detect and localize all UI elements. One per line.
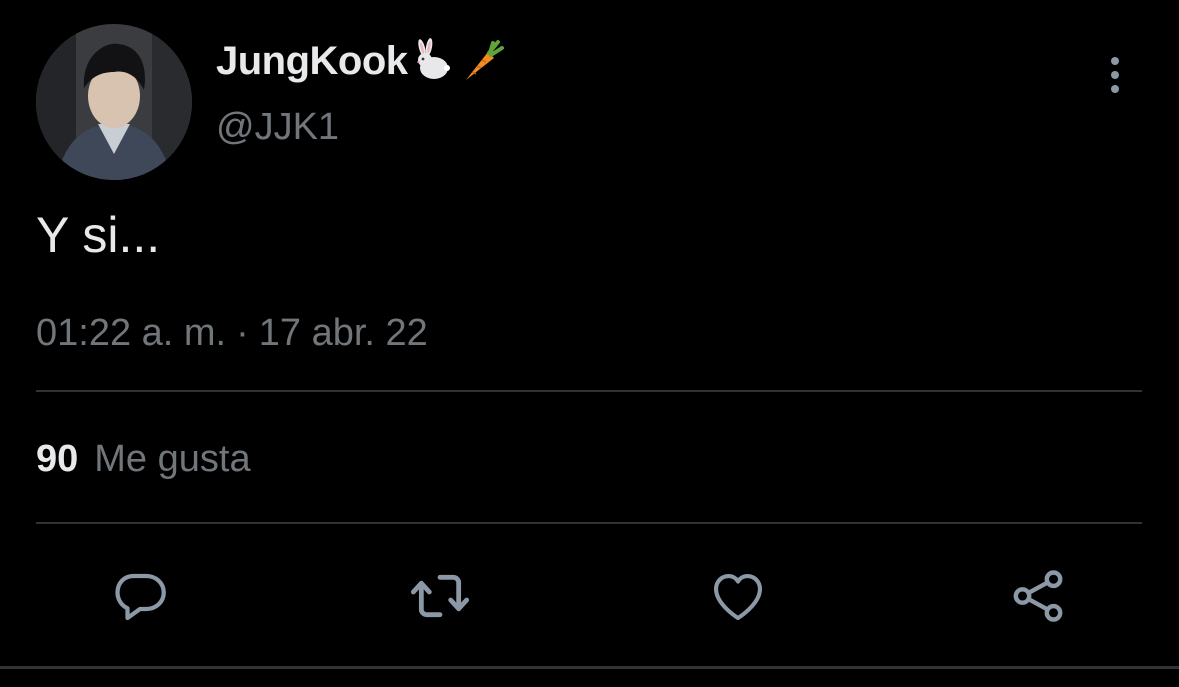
avatar-photo bbox=[36, 24, 192, 180]
reply-button[interactable] bbox=[108, 564, 172, 628]
display-name[interactable]: JungKook bbox=[216, 38, 504, 84]
user-handle[interactable]: @JJK1 bbox=[216, 106, 339, 149]
tweet-date: 17 abr. 22 bbox=[258, 312, 428, 354]
retweet-button[interactable] bbox=[408, 564, 472, 628]
timestamp[interactable]: 01:22 a. m. · 17 abr. 22 bbox=[36, 312, 428, 355]
likes-count: 90 bbox=[36, 438, 79, 480]
likes-stat[interactable]: 90 Me gusta bbox=[36, 438, 251, 481]
likes-label: Me gusta bbox=[94, 438, 251, 480]
rabbit-emoji-icon bbox=[410, 38, 456, 84]
like-button[interactable] bbox=[706, 564, 770, 628]
share-button[interactable] bbox=[1006, 564, 1070, 628]
display-name-text: JungKook bbox=[216, 38, 408, 83]
carrot-emoji-icon bbox=[458, 38, 504, 84]
avatar[interactable] bbox=[36, 24, 192, 180]
divider bbox=[36, 390, 1142, 392]
tweet-time: 01:22 a. m. bbox=[36, 312, 227, 354]
retweet-icon bbox=[410, 574, 470, 618]
comment-icon bbox=[115, 573, 166, 621]
timestamp-separator: · bbox=[236, 312, 249, 354]
divider bbox=[36, 522, 1142, 524]
more-vertical-icon bbox=[1111, 57, 1119, 93]
heart-icon bbox=[713, 574, 763, 621]
bottom-divider bbox=[0, 666, 1179, 669]
tweet-text: Y si... bbox=[36, 207, 161, 263]
tweet-detail: JungKook @JJK1 Y si... 01:22 a. m. · 17 … bbox=[0, 0, 1179, 687]
more-options-button[interactable] bbox=[1100, 54, 1130, 98]
share-icon bbox=[1013, 570, 1063, 622]
